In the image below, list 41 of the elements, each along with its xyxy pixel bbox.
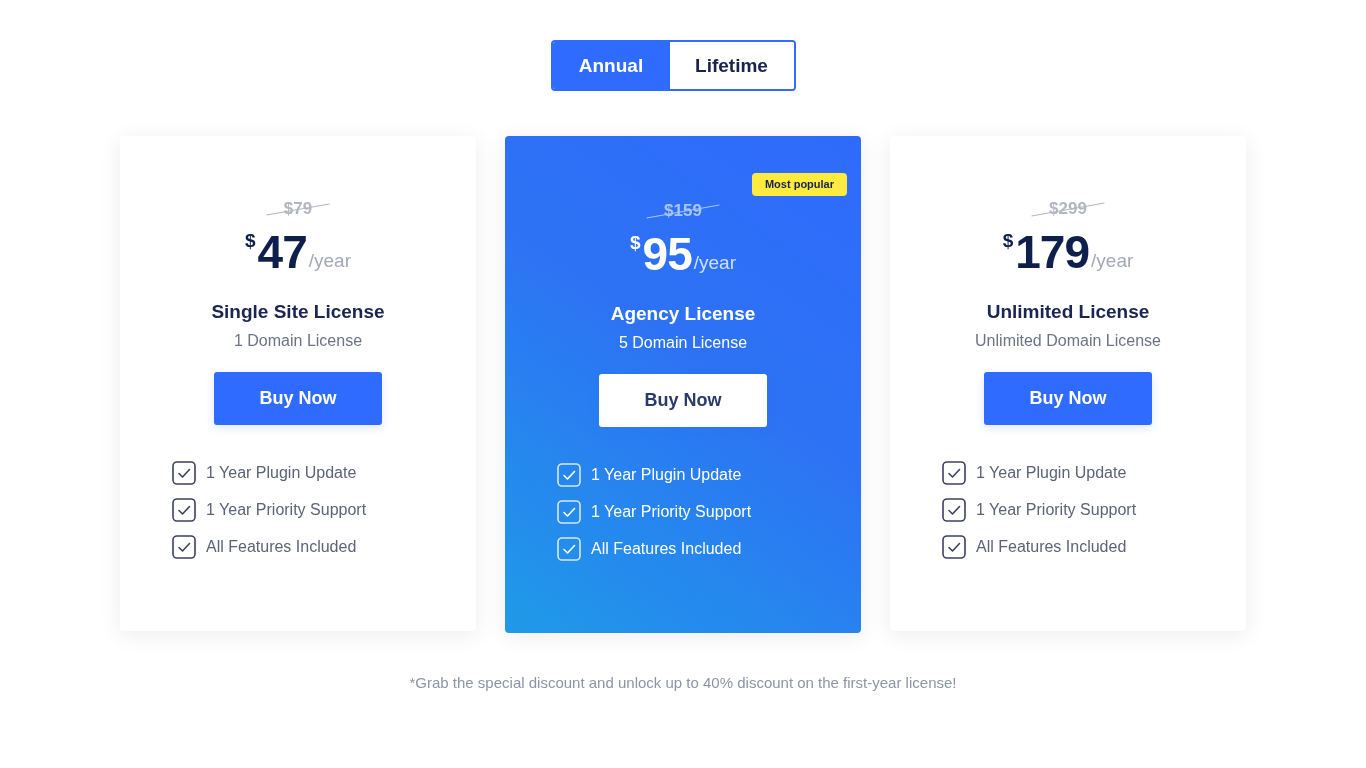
old-price: $299 [1031, 198, 1105, 220]
feature-text: 1 Year Priority Support [976, 500, 1137, 520]
buy-now-button[interactable]: Buy Now [984, 372, 1152, 425]
price-period: /year [308, 250, 351, 272]
price-amount: 47 [257, 228, 307, 276]
price-period: /year [1091, 250, 1134, 272]
plan-name: Single Site License [211, 300, 385, 324]
currency-symbol: $ [1002, 230, 1014, 252]
price-amount: 95 [642, 230, 692, 278]
plan-domains: 1 Domain License [233, 331, 363, 351]
feature-text: All Features Included [591, 539, 742, 559]
feature-text: 1 Year Plugin Update [591, 465, 742, 485]
footnote-text: *Grab the special discount and unlock up to 40% discount on the first-year license! [409, 673, 957, 693]
price-amount: 179 [1015, 228, 1090, 276]
buy-now-button[interactable]: Buy Now [214, 372, 382, 425]
price-period: /year [693, 252, 736, 274]
check-icon [557, 537, 581, 561]
feature-text: All Features Included [976, 537, 1127, 557]
check-icon [942, 498, 966, 522]
plan-domains: 5 Domain License [618, 333, 748, 353]
popular-badge: Most popular [751, 173, 847, 196]
billing-tab[interactable]: Annual [552, 42, 670, 89]
buy-now-button[interactable]: Buy Now [599, 374, 767, 427]
plan-domains: Unlimited Domain License [975, 331, 1161, 351]
check-icon [557, 463, 581, 487]
feature-text: 1 Year Plugin Update [206, 463, 357, 483]
check-icon [942, 535, 966, 559]
feature-text: 1 Year Priority Support [591, 502, 752, 522]
check-icon [172, 535, 196, 559]
feature-text: 1 Year Priority Support [206, 500, 367, 520]
check-icon [172, 498, 196, 522]
check-icon [942, 461, 966, 485]
feature-text: All Features Included [206, 537, 357, 557]
currency-symbol: $ [630, 232, 641, 254]
feature-text: 1 Year Plugin Update [976, 463, 1127, 483]
plan-name: Unlimited License [986, 300, 1150, 324]
check-icon [557, 500, 581, 524]
old-price: $79 [265, 198, 331, 220]
currency-symbol: $ [245, 230, 256, 252]
check-icon [172, 461, 196, 485]
plan-name: Agency License [610, 302, 756, 326]
